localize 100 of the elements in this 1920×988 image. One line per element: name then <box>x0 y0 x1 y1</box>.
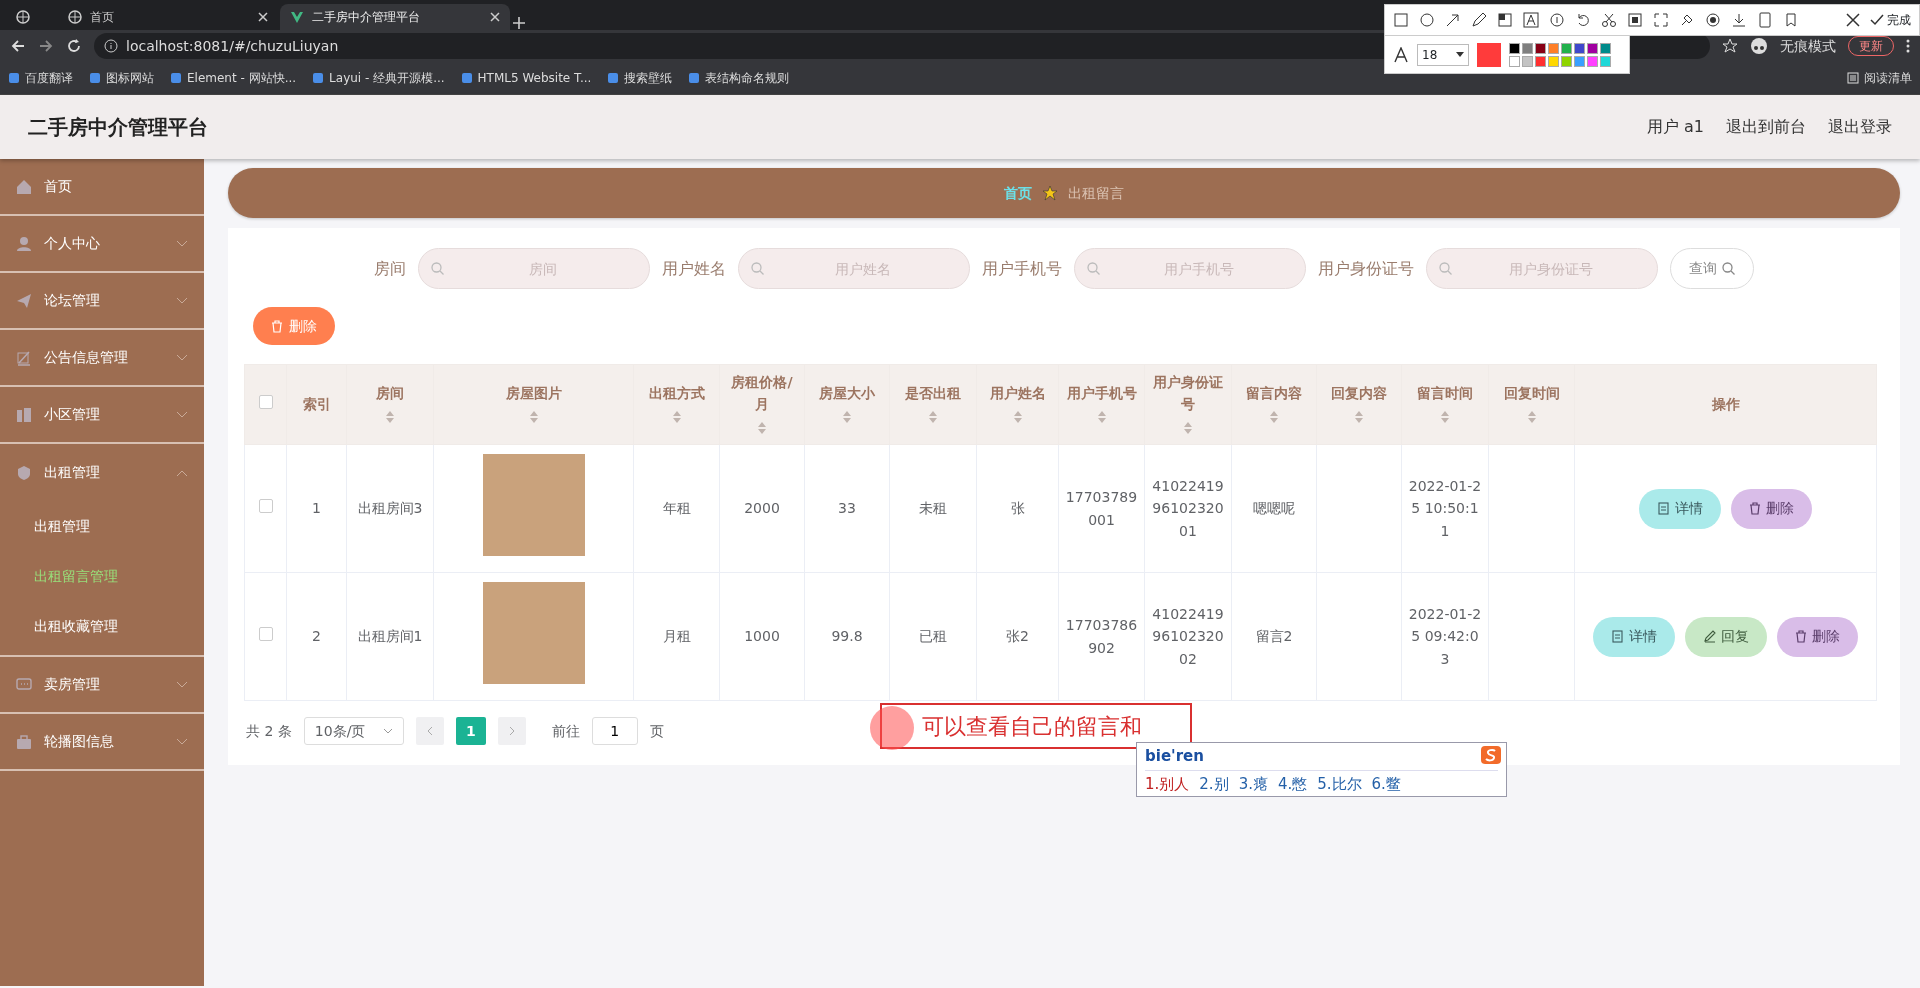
header-link[interactable]: 退出登录 <box>1828 115 1892 139</box>
bookmark-link[interactable]: HTML5 Website T... <box>460 69 592 87</box>
current-color-swatch[interactable] <box>1477 42 1501 67</box>
arrow-tool-icon[interactable] <box>1445 12 1461 28</box>
detail-button[interactable]: 详情 <box>1639 488 1721 529</box>
bookmark-link[interactable]: 表结构命名规则 <box>688 69 790 87</box>
color-swatch[interactable] <box>1561 55 1572 67</box>
ime-candidate[interactable]: 1.别人 <box>1145 772 1190 795</box>
phone-icon[interactable] <box>1757 12 1773 28</box>
ime-candidate[interactable]: 3.瘪 <box>1238 772 1268 795</box>
color-swatch[interactable] <box>1587 55 1598 67</box>
chevron-down-icon <box>176 239 188 248</box>
font-size-select[interactable]: 18 <box>1417 43 1469 66</box>
building-icon <box>16 406 32 423</box>
ime-candidate[interactable]: 6.鳖 <box>1371 772 1401 795</box>
row-checkbox[interactable] <box>258 499 273 514</box>
color-swatch[interactable] <box>1600 55 1611 67</box>
sidebar-subitem[interactable]: 出租留言管理 <box>0 551 204 601</box>
table-cell-text: 出租房间1 <box>357 628 423 645</box>
person-icon <box>16 235 32 252</box>
sidebar-subitem[interactable]: 出租管理 <box>0 501 204 551</box>
color-swatch[interactable] <box>1574 55 1585 67</box>
ime-logo-icon <box>1480 745 1502 765</box>
table-cell-text: 17703786902 <box>1065 617 1138 656</box>
color-swatch[interactable] <box>1574 42 1585 54</box>
bookmark-link[interactable]: 搜索壁纸 <box>607 69 673 87</box>
table-cell-text: 2000 <box>744 500 780 517</box>
color-swatch[interactable] <box>1548 42 1559 54</box>
ime-candidate[interactable]: 5.比尔 <box>1317 772 1362 795</box>
color-swatch[interactable] <box>1535 42 1546 54</box>
table-cell-text: 张2 <box>1006 628 1029 645</box>
select-all-checkbox[interactable] <box>258 395 273 410</box>
bookmark-icon[interactable] <box>1783 12 1799 28</box>
bookmark-link[interactable]: Element - 网站快... <box>170 69 297 87</box>
chevron-down-icon <box>176 737 188 746</box>
record-icon[interactable] <box>1705 12 1721 28</box>
bookmark-link[interactable]: Layui - 经典开源模... <box>312 69 445 87</box>
forward-icon[interactable] <box>38 38 54 54</box>
detail-button[interactable]: 详情 <box>1593 616 1675 657</box>
more-icon[interactable] <box>1906 38 1910 54</box>
color-swatch[interactable] <box>1509 55 1520 67</box>
back-icon[interactable] <box>10 38 26 54</box>
bookmark-link[interactable]: 百度翻译 <box>8 69 73 87</box>
header-link[interactable]: 退出到前台 <box>1726 115 1806 139</box>
color-swatch[interactable] <box>1509 42 1520 54</box>
sidebar-item[interactable]: 出租管理 <box>0 444 204 501</box>
delete-button[interactable]: 删除 <box>1731 488 1812 529</box>
page-input[interactable]: 1 <box>591 717 638 745</box>
ime-input-text: bie'ren <box>1145 746 1204 767</box>
chevron-down-icon <box>382 728 393 734</box>
new-tab-icon[interactable] <box>512 16 526 30</box>
text-tool-icon[interactable] <box>1523 12 1539 28</box>
sidebar-item[interactable]: 小区管理 <box>0 387 204 444</box>
bookmark-link[interactable]: 图标网站 <box>89 69 154 87</box>
color-swatch[interactable] <box>1561 42 1572 54</box>
search-icon <box>1439 262 1452 275</box>
star-icon[interactable] <box>1722 38 1738 54</box>
color-swatch[interactable] <box>1522 55 1533 67</box>
color-swatch[interactable] <box>1535 55 1546 67</box>
sidebar-item[interactable]: 首页 <box>0 159 204 216</box>
close-icon[interactable] <box>1845 13 1860 27</box>
sidebar-item[interactable]: 论坛管理 <box>0 273 204 330</box>
chevron-left-icon <box>426 726 433 736</box>
color-swatch[interactable] <box>1548 55 1559 67</box>
ime-candidate[interactable]: 4.憋 <box>1277 772 1308 795</box>
reply-button[interactable]: 回复 <box>1685 616 1767 657</box>
annotation-text-box: 可以查看自己的留言和 <box>880 703 1192 749</box>
browser-tab[interactable]: 首页 <box>58 4 278 30</box>
undo-icon[interactable] <box>1575 12 1591 28</box>
number-tool-icon[interactable] <box>1549 12 1565 28</box>
sidebar-item[interactable]: 卖房管理 <box>0 657 204 714</box>
rectangle-tool-icon[interactable] <box>1393 12 1409 28</box>
sidebar-subitem[interactable]: 出租收藏管理 <box>0 601 204 651</box>
pin-icon[interactable] <box>1679 12 1695 28</box>
color-swatch[interactable] <box>1600 42 1611 54</box>
download-icon[interactable] <box>1731 12 1747 28</box>
sidebar-item[interactable]: 公告信息管理 <box>0 330 204 387</box>
reading-list-link[interactable]: 阅读清单 <box>1847 69 1912 87</box>
reload-icon[interactable] <box>66 38 82 54</box>
browser-tab[interactable]: 二手房中介管理平台 <box>280 4 510 30</box>
bookmark-icon <box>460 72 473 84</box>
delete-button[interactable]: 删除 <box>1777 616 1858 657</box>
row-checkbox[interactable] <box>258 627 273 642</box>
mosaic-tool-icon[interactable] <box>1497 12 1513 28</box>
sidebar-item[interactable]: 轮播图信息 <box>0 714 204 771</box>
trash-icon <box>271 319 283 333</box>
color-swatch[interactable] <box>1587 42 1598 54</box>
scissors-icon[interactable] <box>1601 12 1617 28</box>
sidebar-item[interactable]: 个人中心 <box>0 216 204 273</box>
crop-icon[interactable] <box>1653 12 1669 28</box>
ellipse-tool-icon[interactable] <box>1419 12 1435 28</box>
table-cell-text: 月租 <box>662 628 691 645</box>
page-size-select[interactable]: 10条/页 <box>303 717 404 745</box>
breadcrumb-link[interactable]: 首页 <box>1004 182 1032 204</box>
done-button[interactable]: 完成 <box>1869 11 1911 29</box>
search-button[interactable]: 查询 <box>1670 248 1754 289</box>
color-swatch[interactable] <box>1522 42 1533 54</box>
pen-tool-icon[interactable] <box>1471 12 1487 28</box>
copy-icon[interactable] <box>1627 12 1643 28</box>
ime-candidate[interactable]: 2.别 <box>1199 772 1229 795</box>
